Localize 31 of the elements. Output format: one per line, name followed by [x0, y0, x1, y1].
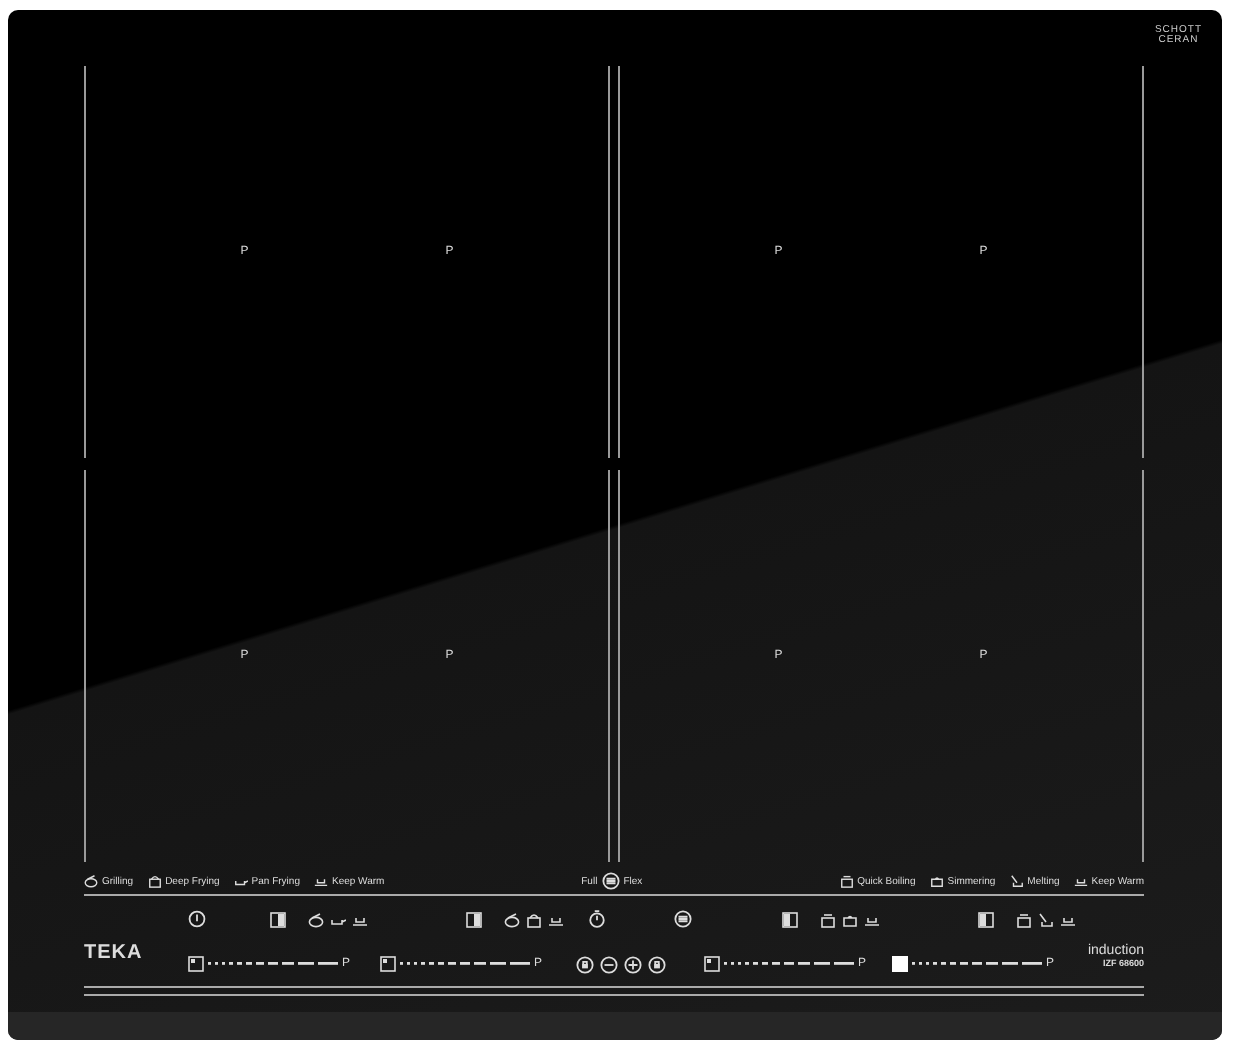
timer-icon[interactable]: [588, 910, 606, 928]
fryer-basket-icon: [147, 874, 162, 888]
minus-icon[interactable]: [600, 955, 618, 973]
power-icon[interactable]: [188, 910, 206, 928]
zone-icon[interactable]: [270, 911, 287, 927]
lock-icon[interactable]: [576, 955, 594, 973]
pot-lid-icon: [820, 911, 836, 927]
zone-select-icon[interactable]: [380, 956, 396, 972]
whisk-pan-icon: [1009, 874, 1024, 888]
zone-select-icon[interactable]: [704, 956, 720, 972]
zone-select-icon[interactable]: [188, 956, 204, 972]
whisk-pan-icon: [1038, 911, 1054, 927]
grill-pan-icon: [84, 874, 98, 888]
frying-pan-icon: [233, 874, 248, 888]
pot-lid-icon: [839, 874, 854, 888]
grill-pan-icon: [504, 911, 520, 927]
grill-pan-icon: [308, 911, 324, 927]
lock-icon[interactable]: [648, 955, 666, 973]
zone-icon[interactable]: [465, 911, 482, 927]
flex-zone-icon[interactable]: [674, 910, 692, 928]
pot-lid-icon: [1016, 911, 1032, 927]
zone-icon[interactable]: [977, 911, 994, 927]
brand-logo: TEKA: [84, 944, 143, 964]
warming-dish-icon: [313, 874, 328, 888]
zone-icon[interactable]: [781, 911, 798, 927]
warming-dish-icon: [1073, 874, 1088, 888]
pot-icon: [929, 874, 944, 888]
pot-icon: [842, 911, 858, 927]
plus-icon[interactable]: [624, 955, 642, 973]
fryer-basket-icon: [526, 911, 542, 927]
flex-zone-icon[interactable]: [601, 872, 620, 890]
